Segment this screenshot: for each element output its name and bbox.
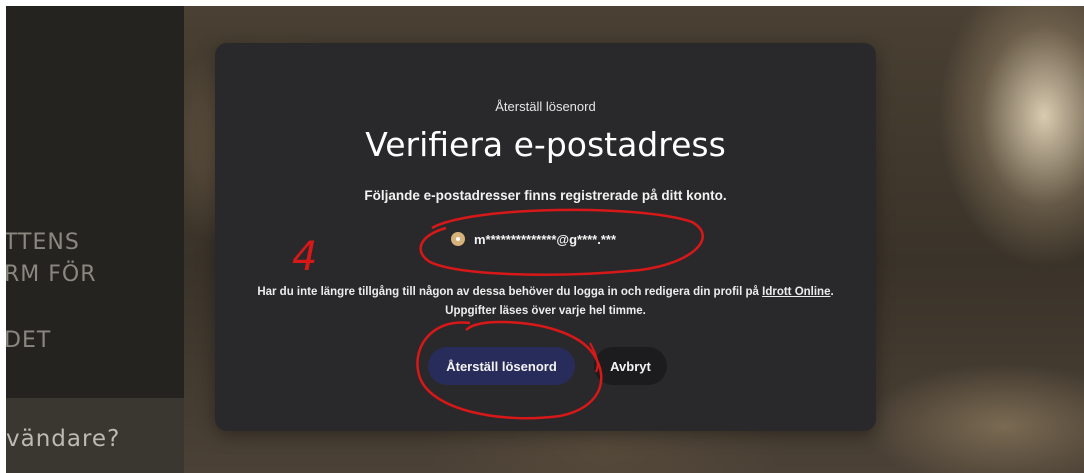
email-option-label: m**************@g****.*** <box>474 231 617 247</box>
idrott-online-link[interactable]: Idrott Online <box>762 286 830 298</box>
side-question-text: vändare? <box>6 426 121 452</box>
dialog-title: Verifiera e-postadress <box>365 125 726 164</box>
radio-selected-dot <box>456 237 460 241</box>
side-heading-line-1: TTENS <box>6 230 80 255</box>
info-text-part-1: Har du inte längre tillgång till någon a… <box>257 286 759 298</box>
info-text: Har du inte längre tillgång till någon a… <box>255 283 836 321</box>
side-heading-line-3: DET <box>6 328 52 353</box>
reset-password-dialog: Återställ lösenord Verifiera e-postadres… <box>215 43 876 431</box>
reset-password-button[interactable]: Återställ lösenord <box>428 347 575 385</box>
side-heading-line-2: RM FÖR <box>6 262 97 287</box>
cancel-button[interactable]: Avbryt <box>594 347 667 385</box>
dialog-description: Följande e-postadresser finns registrera… <box>364 188 727 203</box>
email-radio-button[interactable] <box>451 232 465 246</box>
dialog-subtitle: Återställ lösenord <box>495 99 596 114</box>
email-option[interactable]: m**************@g****.*** <box>451 229 616 249</box>
